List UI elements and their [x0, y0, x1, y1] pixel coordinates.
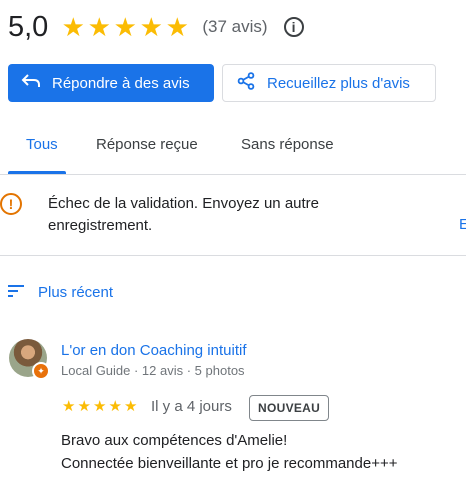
- sort-button[interactable]: Plus récent: [8, 284, 113, 301]
- reply-to-reviews-button[interactable]: Répondre à des avis: [8, 64, 214, 102]
- review-text-line: Bravo aux compétences d'Amelie!: [61, 432, 288, 449]
- validation-alert-text: Échec de la validation. Envoyez un autre…: [48, 195, 320, 234]
- rating-summary: 5,0 ★ ★ ★ ★ ★ (37 avis) i: [8, 10, 304, 44]
- tabs-divider: [0, 174, 466, 175]
- collect-more-reviews-button[interactable]: Recueillez plus d'avis: [222, 64, 436, 102]
- reply-button-label: Répondre à des avis: [52, 74, 190, 92]
- star-icon: ★: [113, 12, 137, 42]
- star-icon: ★: [87, 12, 111, 42]
- status-badge: NOUVEAU: [249, 395, 330, 421]
- star-icon: ★: [124, 398, 138, 415]
- star-icon: ★: [139, 12, 163, 42]
- reply-icon: [20, 73, 42, 94]
- review-text-line: Connectée bienveillante et pro je recomm…: [61, 455, 398, 472]
- sort-label: Plus récent: [38, 284, 114, 301]
- star-icon: ★: [77, 398, 91, 415]
- review-time: Il y a 4 jours: [151, 398, 232, 415]
- tab-unanswered[interactable]: Sans réponse: [241, 136, 334, 153]
- warning-icon: !: [0, 193, 22, 215]
- alert-action-link[interactable]: E: [459, 216, 466, 233]
- review-count: (37 avis): [202, 17, 268, 36]
- star-icon: ★: [61, 12, 85, 42]
- tab-replied[interactable]: Réponse reçue: [96, 136, 198, 153]
- review-stars: ★ ★ ★ ★ ★: [61, 397, 139, 415]
- rating-stars: ★ ★ ★ ★ ★: [60, 13, 190, 41]
- reviewer-meta: Local Guide · 12 avis · 5 photos: [61, 363, 245, 378]
- local-guide-badge-icon: ✦: [32, 362, 50, 380]
- star-icon: ★: [165, 12, 189, 42]
- star-icon: ★: [108, 398, 122, 415]
- review-text: Bravo aux compétences d'Amelie! Connecté…: [61, 429, 461, 475]
- sort-icon: [8, 284, 26, 301]
- info-icon[interactable]: i: [283, 17, 304, 37]
- reviewer-name[interactable]: L'or en don Coaching intuitif: [61, 342, 247, 359]
- share-icon: [237, 72, 257, 94]
- collect-button-label: Recueillez plus d'avis: [267, 74, 410, 92]
- tab-all[interactable]: Tous: [26, 136, 58, 153]
- star-icon: ★: [62, 398, 76, 415]
- rating-score: 5,0: [8, 10, 49, 43]
- alert-divider: [0, 255, 466, 256]
- star-icon: ★: [93, 398, 107, 415]
